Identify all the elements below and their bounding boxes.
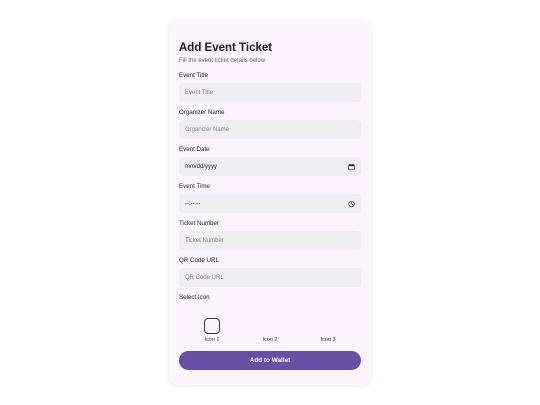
- organizer-name-label: Organizer Name: [179, 109, 225, 116]
- qr-code-url-placeholder: QR Code URL: [185, 274, 224, 281]
- event-time-value: --:-- --: [185, 200, 201, 207]
- icon-option-3[interactable]: Icon 3: [308, 318, 348, 343]
- add-to-wallet-button[interactable]: Add to Wallet: [179, 351, 361, 370]
- event-date-input[interactable]: mm/dd/yyyy: [179, 157, 361, 176]
- ticket-number-placeholder: Ticket Number: [185, 237, 224, 244]
- event-date-label: Event Date: [179, 146, 210, 153]
- event-time-input[interactable]: --:-- --: [179, 194, 361, 213]
- qr-code-url-input[interactable]: QR Code URL: [179, 268, 361, 287]
- event-title-group: Event Title Event Title: [179, 72, 361, 102]
- event-time-label: Event Time: [179, 183, 210, 190]
- icon-option-label: Icon 1: [204, 337, 220, 343]
- clock-icon[interactable]: [348, 200, 355, 207]
- ticket-number-input[interactable]: Ticket Number: [179, 231, 361, 250]
- event-time-group: Event Time --:-- --: [179, 183, 361, 213]
- form-subtitle: Fill the event ticket details below: [179, 58, 266, 64]
- icon-options: Icon 1 Icon 2 Icon 3: [179, 318, 361, 343]
- icon-1-thumbnail[interactable]: [204, 318, 220, 334]
- event-date-value: mm/dd/yyyy: [185, 163, 218, 170]
- organizer-name-group: Organizer Name Organizer Name: [179, 109, 361, 139]
- event-title-label: Event Title: [179, 72, 208, 79]
- icon-2-thumbnail[interactable]: [262, 318, 278, 334]
- icon-option-2[interactable]: Icon 2: [250, 318, 290, 343]
- event-date-group: Event Date mm/dd/yyyy: [179, 146, 361, 176]
- ticket-number-label: Ticket Number: [179, 220, 219, 227]
- icon-3-thumbnail[interactable]: [320, 318, 336, 334]
- add-ticket-card: Add Event Ticket Fill the event ticket d…: [169, 19, 371, 385]
- icon-option-label: Icon 3: [320, 337, 336, 343]
- form-title: Add Event Ticket: [179, 42, 273, 54]
- calendar-icon[interactable]: [348, 163, 355, 170]
- qr-code-url-group: QR Code URL QR Code URL: [179, 257, 361, 287]
- ticket-number-group: Ticket Number Ticket Number: [179, 220, 361, 250]
- icon-option-1[interactable]: Icon 1: [192, 318, 232, 343]
- event-title-input[interactable]: Event Title: [179, 83, 361, 102]
- select-icon-group: Select Icon: [179, 294, 361, 302]
- qr-code-url-label: QR Code URL: [179, 257, 219, 264]
- event-title-placeholder: Event Title: [185, 89, 214, 96]
- organizer-name-placeholder: Organizer Name: [185, 126, 230, 133]
- organizer-name-input[interactable]: Organizer Name: [179, 120, 361, 139]
- icon-option-label: Icon 2: [262, 337, 278, 343]
- select-icon-label: Select Icon: [179, 294, 210, 301]
